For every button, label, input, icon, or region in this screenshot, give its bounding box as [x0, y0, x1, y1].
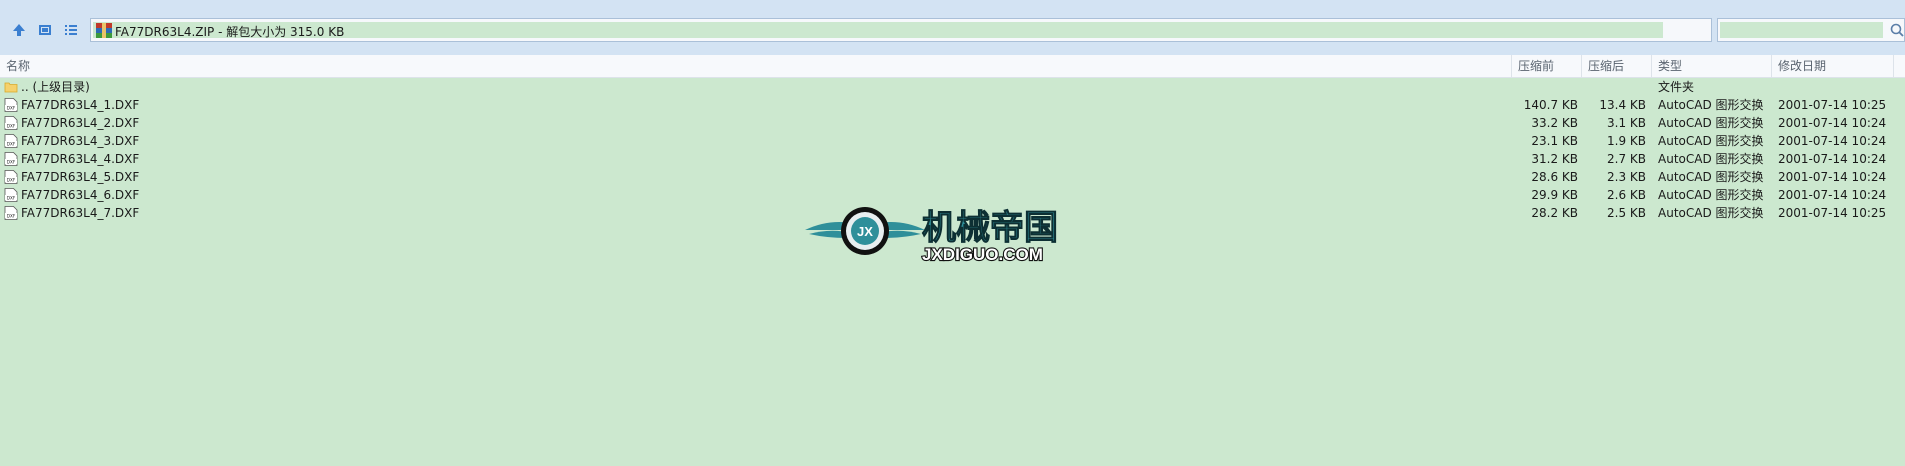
- file-type: 文件夹: [1658, 80, 1695, 94]
- dxf-file-icon: DXF: [4, 188, 18, 202]
- list-item[interactable]: DXF FA77DR63L4_5.DXF 28.6 KB 2.3 KB AutoCAD …: [0, 168, 1905, 186]
- watermark-emblem: JX: [857, 224, 873, 239]
- file-date: 2001-07-14 10:24: [1778, 116, 1887, 130]
- file-name: FA77DR63L4_2.DXF: [21, 116, 140, 130]
- search-icon[interactable]: [1890, 23, 1904, 37]
- search-input[interactable]: [1720, 22, 1883, 38]
- view-icon[interactable]: [36, 21, 54, 39]
- file-unpacked-size: 2.5 KB: [1607, 206, 1646, 220]
- dxf-file-icon: DXF: [4, 152, 18, 166]
- svg-text:DXF: DXF: [7, 106, 16, 111]
- column-unpacked[interactable]: 压缩后: [1582, 55, 1652, 77]
- svg-text:DXF: DXF: [7, 178, 16, 183]
- watermark-url: JXDIGUO.COM: [922, 245, 1043, 262]
- list-item[interactable]: DXF FA77DR63L4_2.DXF 33.2 KB 3.1 KB AutoCAD …: [0, 114, 1905, 132]
- svg-text:DXF: DXF: [7, 142, 16, 147]
- dxf-file-icon: DXF: [4, 206, 18, 220]
- address-text: FA77DR63L4.ZIP - 解包大小为 315.0 KB: [115, 25, 345, 39]
- file-date: 2001-07-14 10:24: [1778, 188, 1887, 202]
- svg-text:DXF: DXF: [7, 214, 16, 219]
- file-name: FA77DR63L4_5.DXF: [21, 170, 140, 184]
- svg-text:DXF: DXF: [7, 196, 16, 201]
- svg-text:DXF: DXF: [7, 160, 16, 165]
- file-name: FA77DR63L4_4.DXF: [21, 152, 140, 166]
- list-item[interactable]: DXF FA77DR63L4_3.DXF 23.1 KB 1.9 KB AutoCAD …: [0, 132, 1905, 150]
- file-name: FA77DR63L4_7.DXF: [21, 206, 140, 220]
- file-type: AutoCAD 图形交换: [1658, 152, 1764, 166]
- column-header: 名称 压缩前 压缩后 类型 修改日期: [0, 55, 1905, 78]
- file-name: .. (上级目录): [21, 80, 90, 94]
- watermark-logo: JX 机械帝国 JXDIGUO.COM: [805, 200, 1105, 265]
- list-item[interactable]: DXF FA77DR63L4_1.DXF 140.7 KB 13.4 KB AutoCA…: [0, 96, 1905, 114]
- dxf-file-icon: DXF: [4, 170, 18, 184]
- file-date: 2001-07-14 10:24: [1778, 170, 1887, 184]
- column-date[interactable]: 修改日期: [1772, 55, 1894, 77]
- folder-icon: [4, 82, 18, 93]
- dxf-file-icon: DXF: [4, 134, 18, 148]
- file-type: AutoCAD 图形交换: [1658, 206, 1764, 220]
- file-type: AutoCAD 图形交换: [1658, 98, 1764, 112]
- file-type: AutoCAD 图形交换: [1658, 170, 1764, 184]
- up-arrow-icon[interactable]: [10, 21, 28, 39]
- search-box[interactable]: [1717, 18, 1905, 42]
- file-type: AutoCAD 图形交换: [1658, 116, 1764, 130]
- file-unpacked-size: 2.7 KB: [1607, 152, 1646, 166]
- archive-icon: [96, 23, 112, 38]
- file-unpacked-size: 3.1 KB: [1607, 116, 1646, 130]
- svg-text:DXF: DXF: [7, 124, 16, 129]
- file-date: 2001-07-14 10:24: [1778, 134, 1887, 148]
- file-type: AutoCAD 图形交换: [1658, 188, 1764, 202]
- list-item-parent[interactable]: .. (上级目录) 文件夹: [0, 78, 1905, 96]
- dxf-file-icon: DXF: [4, 116, 18, 130]
- list-item[interactable]: DXF FA77DR63L4_4.DXF 31.2 KB 2.7 KB AutoCAD …: [0, 150, 1905, 168]
- file-unpacked-size: 1.9 KB: [1607, 134, 1646, 148]
- file-type: AutoCAD 图形交换: [1658, 134, 1764, 148]
- file-unpacked-size: 13.4 KB: [1599, 98, 1646, 112]
- file-date: 2001-07-14 10:25: [1778, 98, 1887, 112]
- column-name[interactable]: 名称: [0, 55, 1512, 77]
- address-bar[interactable]: FA77DR63L4.ZIP - 解包大小为 315.0 KB: [90, 18, 1791, 42]
- list-icon[interactable]: [62, 21, 80, 39]
- toolbar: FA77DR63L4.ZIP - 解包大小为 315.0 KB: [0, 0, 1905, 59]
- file-name: FA77DR63L4_6.DXF: [21, 188, 140, 202]
- file-name: FA77DR63L4_1.DXF: [21, 98, 140, 112]
- dxf-file-icon: DXF: [4, 98, 18, 112]
- file-unpacked-size: 2.6 KB: [1607, 188, 1646, 202]
- file-name: FA77DR63L4_3.DXF: [21, 134, 140, 148]
- file-date: 2001-07-14 10:25: [1778, 206, 1887, 220]
- column-packed[interactable]: 压缩前: [1512, 55, 1582, 77]
- file-unpacked-size: 2.3 KB: [1607, 170, 1646, 184]
- file-date: 2001-07-14 10:24: [1778, 152, 1887, 166]
- column-type[interactable]: 类型: [1652, 55, 1772, 77]
- watermark-title: 机械帝国: [922, 208, 1058, 248]
